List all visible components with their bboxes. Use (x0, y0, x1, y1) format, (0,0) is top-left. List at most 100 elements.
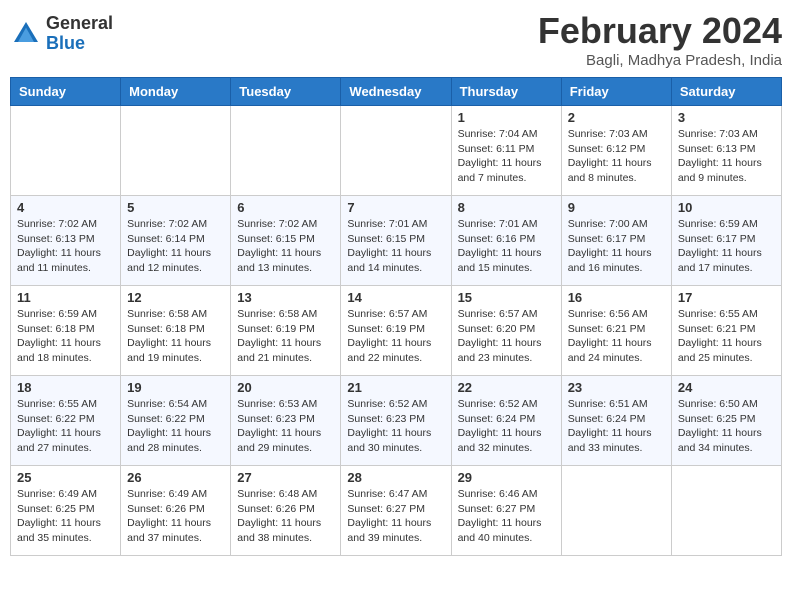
day-info: Sunrise: 6:50 AM Sunset: 6:25 PM Dayligh… (678, 397, 775, 456)
day-info: Sunrise: 6:53 AM Sunset: 6:23 PM Dayligh… (237, 397, 334, 456)
logo: General Blue (10, 14, 113, 54)
calendar-header-friday: Friday (561, 78, 671, 106)
day-number: 20 (237, 380, 334, 395)
calendar-cell (561, 466, 671, 556)
day-number: 27 (237, 470, 334, 485)
day-info: Sunrise: 7:04 AM Sunset: 6:11 PM Dayligh… (458, 127, 555, 186)
day-number: 1 (458, 110, 555, 125)
day-info: Sunrise: 6:57 AM Sunset: 6:19 PM Dayligh… (347, 307, 444, 366)
day-number: 9 (568, 200, 665, 215)
calendar-cell: 1 Sunrise: 7:04 AM Sunset: 6:11 PM Daylig… (451, 106, 561, 196)
day-info: Sunrise: 6:48 AM Sunset: 6:26 PM Dayligh… (237, 487, 334, 546)
day-number: 19 (127, 380, 224, 395)
day-number: 29 (458, 470, 555, 485)
calendar-table: SundayMondayTuesdayWednesdayThursdayFrid… (10, 77, 782, 556)
calendar-cell: 23Sunrise: 6:51 AM Sunset: 6:24 PM Dayli… (561, 376, 671, 466)
calendar-cell: 7Sunrise: 7:01 AM Sunset: 6:15 PM Daylig… (341, 196, 451, 286)
calendar-cell: 8Sunrise: 7:01 AM Sunset: 6:16 PM Daylig… (451, 196, 561, 286)
day-info: Sunrise: 6:54 AM Sunset: 6:22 PM Dayligh… (127, 397, 224, 456)
day-info: Sunrise: 7:03 AM Sunset: 6:13 PM Dayligh… (678, 127, 775, 186)
day-number: 22 (458, 380, 555, 395)
month-year: February 2024 (538, 10, 782, 52)
day-number: 13 (237, 290, 334, 305)
title-area: February 2024 Bagli, Madhya Pradesh, Ind… (538, 10, 782, 69)
calendar-cell: 14 Sunrise: 6:57 AM Sunset: 6:19 PM Dayli… (341, 286, 451, 376)
day-info: Sunrise: 6:46 AM Sunset: 6:27 PM Dayligh… (458, 487, 555, 546)
calendar-header-sunday: Sunday (11, 78, 121, 106)
day-number: 4 (17, 200, 114, 215)
day-number: 5 (127, 200, 224, 215)
calendar-cell: 16 Sunrise: 6:56 AM Sunset: 6:21 PM Dayli… (561, 286, 671, 376)
calendar-week-row: 18 Sunrise: 6:55 AM Sunset: 6:22 PM Dayli… (11, 376, 782, 466)
calendar-header-saturday: Saturday (671, 78, 781, 106)
day-number: 10 (678, 200, 775, 215)
day-number: 28 (347, 470, 444, 485)
calendar-cell: 6Sunrise: 7:02 AM Sunset: 6:15 PM Daylig… (231, 196, 341, 286)
calendar-header-wednesday: Wednesday (341, 78, 451, 106)
calendar-cell: 2 Sunrise: 7:03 AM Sunset: 6:12 PM Daylig… (561, 106, 671, 196)
logo-text: General Blue (46, 14, 113, 54)
day-number: 18 (17, 380, 114, 395)
calendar-week-row: 11 Sunrise: 6:59 AM Sunset: 6:18 PM Dayli… (11, 286, 782, 376)
calendar-cell: 18 Sunrise: 6:55 AM Sunset: 6:22 PM Dayli… (11, 376, 121, 466)
calendar-week-row: 25 Sunrise: 6:49 AM Sunset: 6:25 PM Dayli… (11, 466, 782, 556)
calendar-cell: 28 Sunrise: 6:47 AM Sunset: 6:27 PM Dayli… (341, 466, 451, 556)
logo-blue: Blue (46, 34, 113, 54)
day-number: 12 (127, 290, 224, 305)
calendar-cell: 20 Sunrise: 6:53 AM Sunset: 6:23 PM Dayli… (231, 376, 341, 466)
location: Bagli, Madhya Pradesh, India (538, 52, 782, 69)
calendar-cell: 24 Sunrise: 6:50 AM Sunset: 6:25 PM Dayli… (671, 376, 781, 466)
day-info: Sunrise: 7:02 AM Sunset: 6:14 PM Dayligh… (127, 217, 224, 276)
calendar-cell: 26 Sunrise: 6:49 AM Sunset: 6:26 PM Dayli… (121, 466, 231, 556)
day-info: Sunrise: 6:47 AM Sunset: 6:27 PM Dayligh… (347, 487, 444, 546)
day-info: Sunrise: 7:01 AM Sunset: 6:15 PM Dayligh… (347, 217, 444, 276)
day-number: 25 (17, 470, 114, 485)
calendar-cell: 4Sunrise: 7:02 AM Sunset: 6:13 PM Daylig… (11, 196, 121, 286)
calendar-cell: 29 Sunrise: 6:46 AM Sunset: 6:27 PM Dayli… (451, 466, 561, 556)
day-number: 17 (678, 290, 775, 305)
calendar-cell (231, 106, 341, 196)
calendar-cell (11, 106, 121, 196)
day-info: Sunrise: 6:56 AM Sunset: 6:21 PM Dayligh… (568, 307, 665, 366)
calendar-cell: 17 Sunrise: 6:55 AM Sunset: 6:21 PM Dayli… (671, 286, 781, 376)
day-number: 24 (678, 380, 775, 395)
calendar-week-row: 4Sunrise: 7:02 AM Sunset: 6:13 PM Daylig… (11, 196, 782, 286)
day-info: Sunrise: 6:52 AM Sunset: 6:23 PM Dayligh… (347, 397, 444, 456)
day-info: Sunrise: 7:00 AM Sunset: 6:17 PM Dayligh… (568, 217, 665, 276)
page-header: General Blue February 2024 Bagli, Madhya… (10, 10, 782, 69)
day-number: 14 (347, 290, 444, 305)
day-info: Sunrise: 6:51 AM Sunset: 6:24 PM Dayligh… (568, 397, 665, 456)
day-number: 2 (568, 110, 665, 125)
logo-icon (10, 18, 42, 50)
calendar-cell: 25 Sunrise: 6:49 AM Sunset: 6:25 PM Dayli… (11, 466, 121, 556)
day-number: 26 (127, 470, 224, 485)
day-info: Sunrise: 6:52 AM Sunset: 6:24 PM Dayligh… (458, 397, 555, 456)
calendar-cell: 22 Sunrise: 6:52 AM Sunset: 6:24 PM Dayli… (451, 376, 561, 466)
calendar-cell: 12 Sunrise: 6:58 AM Sunset: 6:18 PM Dayli… (121, 286, 231, 376)
day-info: Sunrise: 6:55 AM Sunset: 6:21 PM Dayligh… (678, 307, 775, 366)
calendar-header-thursday: Thursday (451, 78, 561, 106)
day-number: 6 (237, 200, 334, 215)
day-info: Sunrise: 6:55 AM Sunset: 6:22 PM Dayligh… (17, 397, 114, 456)
calendar-cell: 9 Sunrise: 7:00 AM Sunset: 6:17 PM Daylig… (561, 196, 671, 286)
day-number: 16 (568, 290, 665, 305)
calendar-header-tuesday: Tuesday (231, 78, 341, 106)
day-info: Sunrise: 6:58 AM Sunset: 6:19 PM Dayligh… (237, 307, 334, 366)
day-info: Sunrise: 6:58 AM Sunset: 6:18 PM Dayligh… (127, 307, 224, 366)
day-number: 21 (347, 380, 444, 395)
calendar-cell (671, 466, 781, 556)
calendar-cell: 21 Sunrise: 6:52 AM Sunset: 6:23 PM Dayli… (341, 376, 451, 466)
calendar-cell: 5 Sunrise: 7:02 AM Sunset: 6:14 PM Daylig… (121, 196, 231, 286)
day-info: Sunrise: 7:03 AM Sunset: 6:12 PM Dayligh… (568, 127, 665, 186)
day-number: 3 (678, 110, 775, 125)
day-info: Sunrise: 6:49 AM Sunset: 6:26 PM Dayligh… (127, 487, 224, 546)
calendar-cell: 13 Sunrise: 6:58 AM Sunset: 6:19 PM Dayli… (231, 286, 341, 376)
calendar-cell: 10Sunrise: 6:59 AM Sunset: 6:17 PM Dayli… (671, 196, 781, 286)
day-number: 15 (458, 290, 555, 305)
calendar-header-row: SundayMondayTuesdayWednesdayThursdayFrid… (11, 78, 782, 106)
day-info: Sunrise: 6:49 AM Sunset: 6:25 PM Dayligh… (17, 487, 114, 546)
calendar-cell (341, 106, 451, 196)
day-info: Sunrise: 6:59 AM Sunset: 6:18 PM Dayligh… (17, 307, 114, 366)
day-number: 11 (17, 290, 114, 305)
calendar-cell: 15Sunrise: 6:57 AM Sunset: 6:20 PM Dayli… (451, 286, 561, 376)
